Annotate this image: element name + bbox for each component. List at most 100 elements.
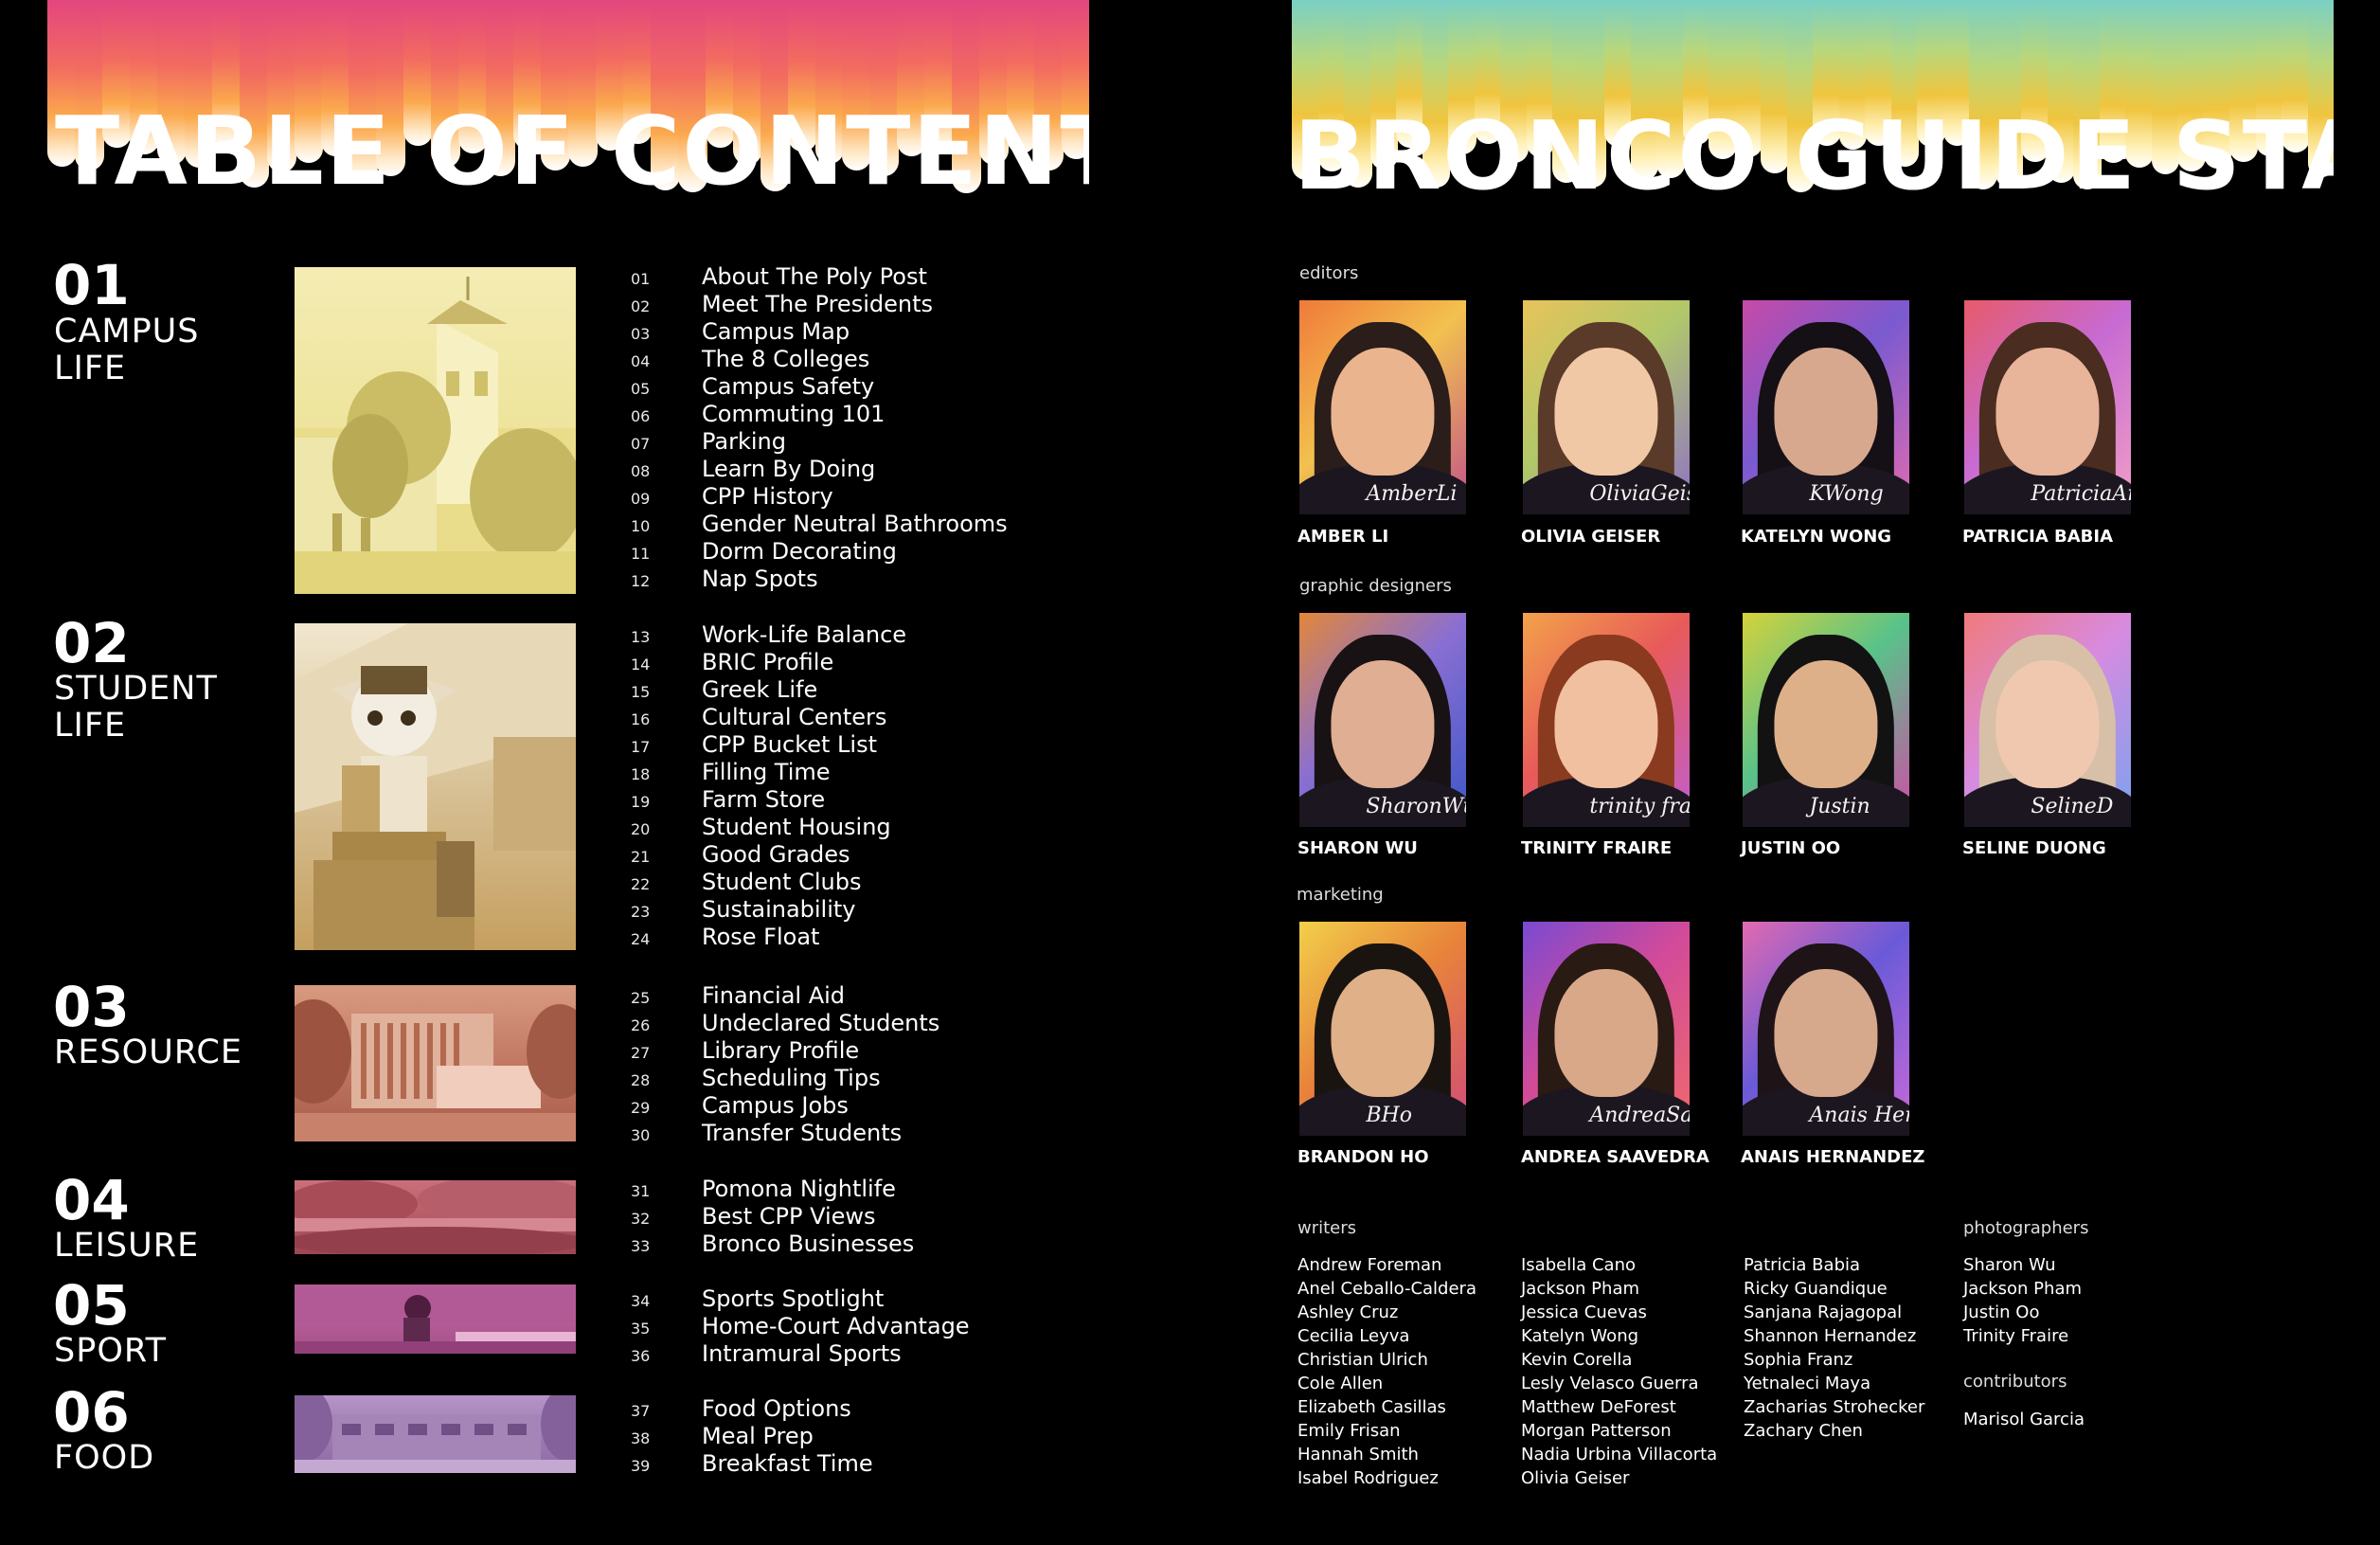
toc-entry: 27 Library Profile	[631, 1036, 939, 1064]
toc-entry-number: 17	[631, 738, 651, 756]
toc-entry: 10 Gender Neutral Bathrooms	[631, 510, 1008, 537]
toc-entry: 39 Breakfast Time	[631, 1449, 873, 1477]
credit-name: Christian Ulrich	[1297, 1350, 1428, 1370]
toc-entry-label: Commuting 101	[702, 400, 886, 427]
toc-entry-label: Work-Life Balance	[702, 620, 907, 648]
toc-list-campus-life: 01 About The Poly Post 02 Meet The Presiden…	[631, 262, 1008, 592]
credit-name: Cecilia Leyva	[1297, 1326, 1410, 1346]
toc-entry: 28 Scheduling Tips	[631, 1064, 939, 1091]
staff-title-banner: BRONCO GUIDE STAFF	[1292, 0, 2334, 204]
credit-name: Patricia Babia	[1744, 1255, 1861, 1275]
staff-name: SELINE DUONG	[1962, 838, 2106, 858]
credit-name: Emily Frisan	[1297, 1421, 1401, 1441]
portrait-face	[1554, 347, 1658, 476]
credit-name: Jessica Cuevas	[1521, 1302, 1647, 1322]
toc-entry: 12 Nap Spots	[631, 565, 1008, 592]
toc-entry-label: The 8 Colleges	[702, 345, 870, 372]
credit-name: Sophia Franz	[1744, 1350, 1853, 1370]
section-name-food: FOOD	[54, 1439, 155, 1477]
toc-entry-label: Gender Neutral Bathrooms	[702, 510, 1008, 537]
writers-list-col2: Isabella Cano Jackson Pham Jessica Cuevas K…	[1521, 1253, 1717, 1490]
toc-entry-label: Sustainability	[702, 895, 856, 923]
staff-name: BRANDON HO	[1297, 1147, 1429, 1167]
toc-entry-label: Sports Spotlight	[702, 1285, 885, 1312]
section-number-05: 05	[53, 1273, 130, 1338]
photographers-list: Sharon Wu Jackson Pham Justin Oo Trinity Fr…	[1963, 1253, 2082, 1348]
credit-name: Yetnaleci Maya	[1744, 1374, 1871, 1393]
staff-name: JUSTIN OO	[1741, 838, 1841, 858]
staff-photo: Anais Hernandez	[1743, 922, 1909, 1136]
toc-entry: 17 CPP Bucket List	[631, 730, 906, 758]
toc-entry: 25 Financial Aid	[631, 981, 939, 1009]
signature: AmberLi	[1366, 482, 1458, 506]
staff-photo: AmberLi	[1299, 300, 1466, 514]
toc-entry: 21 Good Grades	[631, 840, 906, 868]
staff-name: TRINITY FRAIRE	[1521, 838, 1673, 858]
credit-name: Shannon Hernandez	[1744, 1326, 1917, 1346]
credit-name: Morgan Patterson	[1521, 1421, 1672, 1441]
portrait-face	[1331, 347, 1435, 476]
toc-entry-number: 25	[631, 989, 651, 1007]
contributors-list: Marisol Garcia	[1963, 1408, 2085, 1431]
toc-list-leisure: 31 Pomona Nightlife 32 Best CPP Views 33 Bron…	[631, 1175, 914, 1257]
credit-name: Hannah Smith	[1297, 1445, 1419, 1464]
portrait-face	[1331, 659, 1435, 789]
campus-life-image	[295, 267, 576, 594]
staff-name: ANAIS HERNANDEZ	[1741, 1147, 1925, 1167]
signature: BHo	[1366, 1104, 1412, 1127]
toc-entry-label: Student Housing	[702, 813, 891, 840]
toc-entry-label: Scheduling Tips	[702, 1064, 881, 1091]
toc-entry: 37 Food Options	[631, 1394, 873, 1422]
toc-entry-number: 31	[631, 1182, 651, 1200]
toc-entry-number: 01	[631, 270, 651, 288]
section-number-04: 04	[53, 1168, 130, 1232]
section-number-02: 02	[53, 611, 130, 675]
toc-entry-number: 14	[631, 656, 651, 674]
toc-entry: 08 Learn By Doing	[631, 455, 1008, 482]
toc-list-food: 37 Food Options 38 Meal Prep 39 Breakfast Tim…	[631, 1394, 873, 1477]
signature: AndreaSaavedra	[1589, 1104, 1690, 1127]
toc-entry-number: 33	[631, 1237, 651, 1255]
toc-entry: 22 Student Clubs	[631, 868, 906, 895]
toc-entry-label: Best CPP Views	[702, 1202, 876, 1230]
photographers-heading: photographers	[1963, 1218, 2089, 1238]
toc-entry-number: 22	[631, 875, 651, 893]
toc-list-student-life: 13 Work-Life Balance 14 BRIC Profile 15 Greek…	[631, 620, 906, 950]
toc-entry: 13 Work-Life Balance	[631, 620, 906, 648]
toc-entry: 20 Student Housing	[631, 813, 906, 840]
portrait-face	[1554, 968, 1658, 1098]
contributors-heading: contributors	[1963, 1372, 2067, 1392]
credit-name: Lesly Velasco Guerra	[1521, 1374, 1699, 1393]
section-name-campus-life: CAMPUS LIFE	[54, 313, 200, 387]
credit-name: Isabel Rodriguez	[1297, 1468, 1439, 1488]
toc-entry-number: 05	[631, 380, 651, 398]
toc-entry-number: 11	[631, 545, 651, 563]
credit-name: Trinity Fraire	[1963, 1326, 2069, 1346]
toc-entry-label: Learn By Doing	[702, 455, 876, 482]
staff-photo: BHo	[1299, 922, 1466, 1136]
staff-photo: OliviaGeiser	[1523, 300, 1690, 514]
toc-entry-number: 24	[631, 930, 651, 948]
credit-name: Anel Ceballo-Caldera	[1297, 1279, 1476, 1299]
role-label-editors: editors	[1299, 263, 1359, 283]
writers-list-col3: Patricia Babia Ricky Guandique Sanjana Raj…	[1744, 1253, 1924, 1443]
toc-entry-number: 12	[631, 572, 651, 590]
portrait-face	[1995, 347, 2100, 476]
signature: SelineD	[2031, 795, 2114, 818]
toc-list-resource: 25 Financial Aid 26 Undeclared Students 27 Li…	[631, 981, 939, 1146]
toc-entry-label: Dorm Decorating	[702, 537, 897, 565]
staff-title: BRONCO GUIDE STAFF	[1294, 100, 2334, 204]
toc-entry-label: Campus Map	[702, 317, 850, 345]
food-image	[295, 1395, 576, 1473]
credit-name: Zacharias Strohecker	[1744, 1397, 1925, 1417]
toc-title-banner: TABLE OF CONTENTS	[47, 0, 1089, 199]
toc-entry-label: Meal Prep	[702, 1422, 814, 1449]
staff-photo: Justin	[1743, 613, 1909, 827]
staff-photo: AndreaSaavedra	[1523, 922, 1690, 1136]
toc-entry-number: 21	[631, 848, 651, 866]
toc-title: TABLE OF CONTENTS	[55, 96, 1089, 199]
toc-entry: 31 Pomona Nightlife	[631, 1175, 914, 1202]
credit-name: Ashley Cruz	[1297, 1302, 1399, 1322]
portrait-face	[1995, 659, 2100, 789]
staff-name: PATRICIA BABIA	[1962, 527, 2114, 547]
